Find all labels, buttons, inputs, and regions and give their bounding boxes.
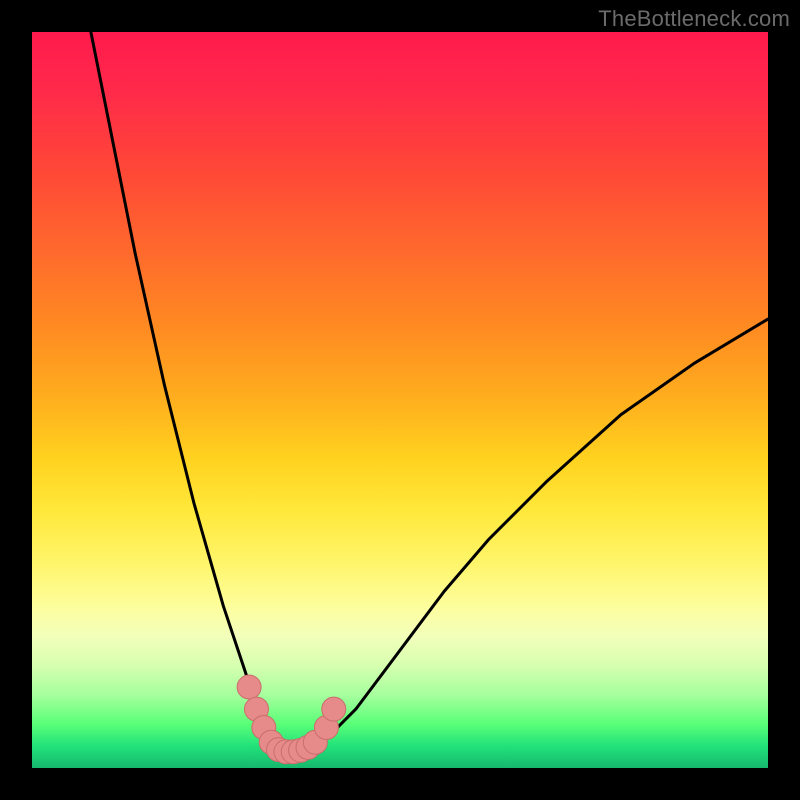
watermark-text: TheBottleneck.com [598, 6, 790, 32]
curve-layer [32, 32, 768, 768]
bottleneck-curve [91, 32, 768, 753]
data-marker [237, 675, 261, 699]
markers-group [237, 675, 346, 764]
data-marker [322, 697, 346, 721]
plot-area [32, 32, 768, 768]
chart-frame: TheBottleneck.com [0, 0, 800, 800]
